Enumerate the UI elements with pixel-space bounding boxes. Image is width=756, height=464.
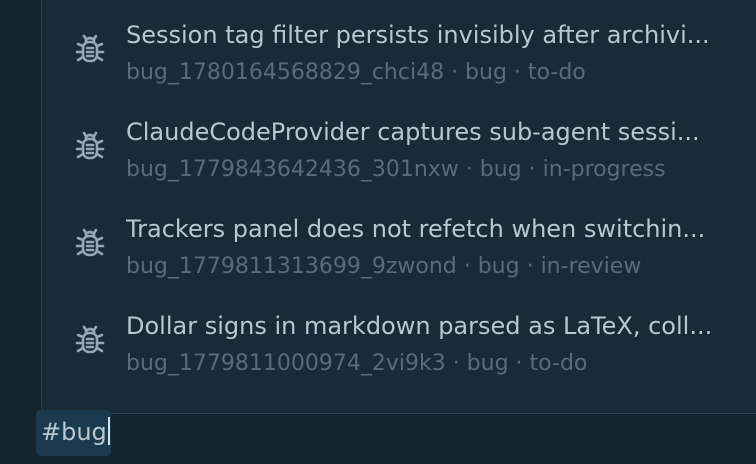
- suggestion-meta: bug_1779811000974_2vi9k3 · bug · to-do: [126, 351, 588, 376]
- editor-area: Session tag filter persists invisibly af…: [0, 0, 756, 464]
- suggestion-meta: bug_1779843642436_301nxw · bug · in-prog…: [126, 157, 666, 182]
- suggestion-title: Session tag filter persists invisibly af…: [126, 21, 710, 49]
- mention-input[interactable]: #bug: [36, 410, 111, 456]
- suggestion-meta: bug_1779811313699_9zwond · bug · in-revi…: [126, 254, 642, 279]
- mention-suggestion-popup: Session tag filter persists invisibly af…: [41, 0, 756, 414]
- text-caret: [107, 417, 110, 445]
- bug-icon: [73, 227, 107, 261]
- bug-icon: [73, 33, 107, 67]
- bug-icon: [73, 130, 107, 164]
- suggestion-title: ClaudeCodeProvider captures sub-agent se…: [126, 118, 700, 146]
- suggestion-meta: bug_1780164568829_chci48 · bug · to-do: [126, 60, 586, 85]
- suggestion-title: Dollar signs in markdown parsed as LaTeX…: [126, 312, 713, 340]
- suggestion-item[interactable]: Session tag filter persists invisibly af…: [42, 0, 756, 95]
- mention-input-text: #bug: [41, 415, 110, 449]
- suggestion-item[interactable]: Dollar signs in markdown parsed as LaTeX…: [42, 289, 756, 386]
- mention-query: #bug: [41, 418, 107, 446]
- suggestion-item[interactable]: ClaudeCodeProvider captures sub-agent se…: [42, 95, 756, 192]
- suggestion-title: Trackers panel does not refetch when swi…: [126, 215, 706, 243]
- bug-icon: [73, 324, 107, 358]
- suggestion-item[interactable]: Trackers panel does not refetch when swi…: [42, 192, 756, 289]
